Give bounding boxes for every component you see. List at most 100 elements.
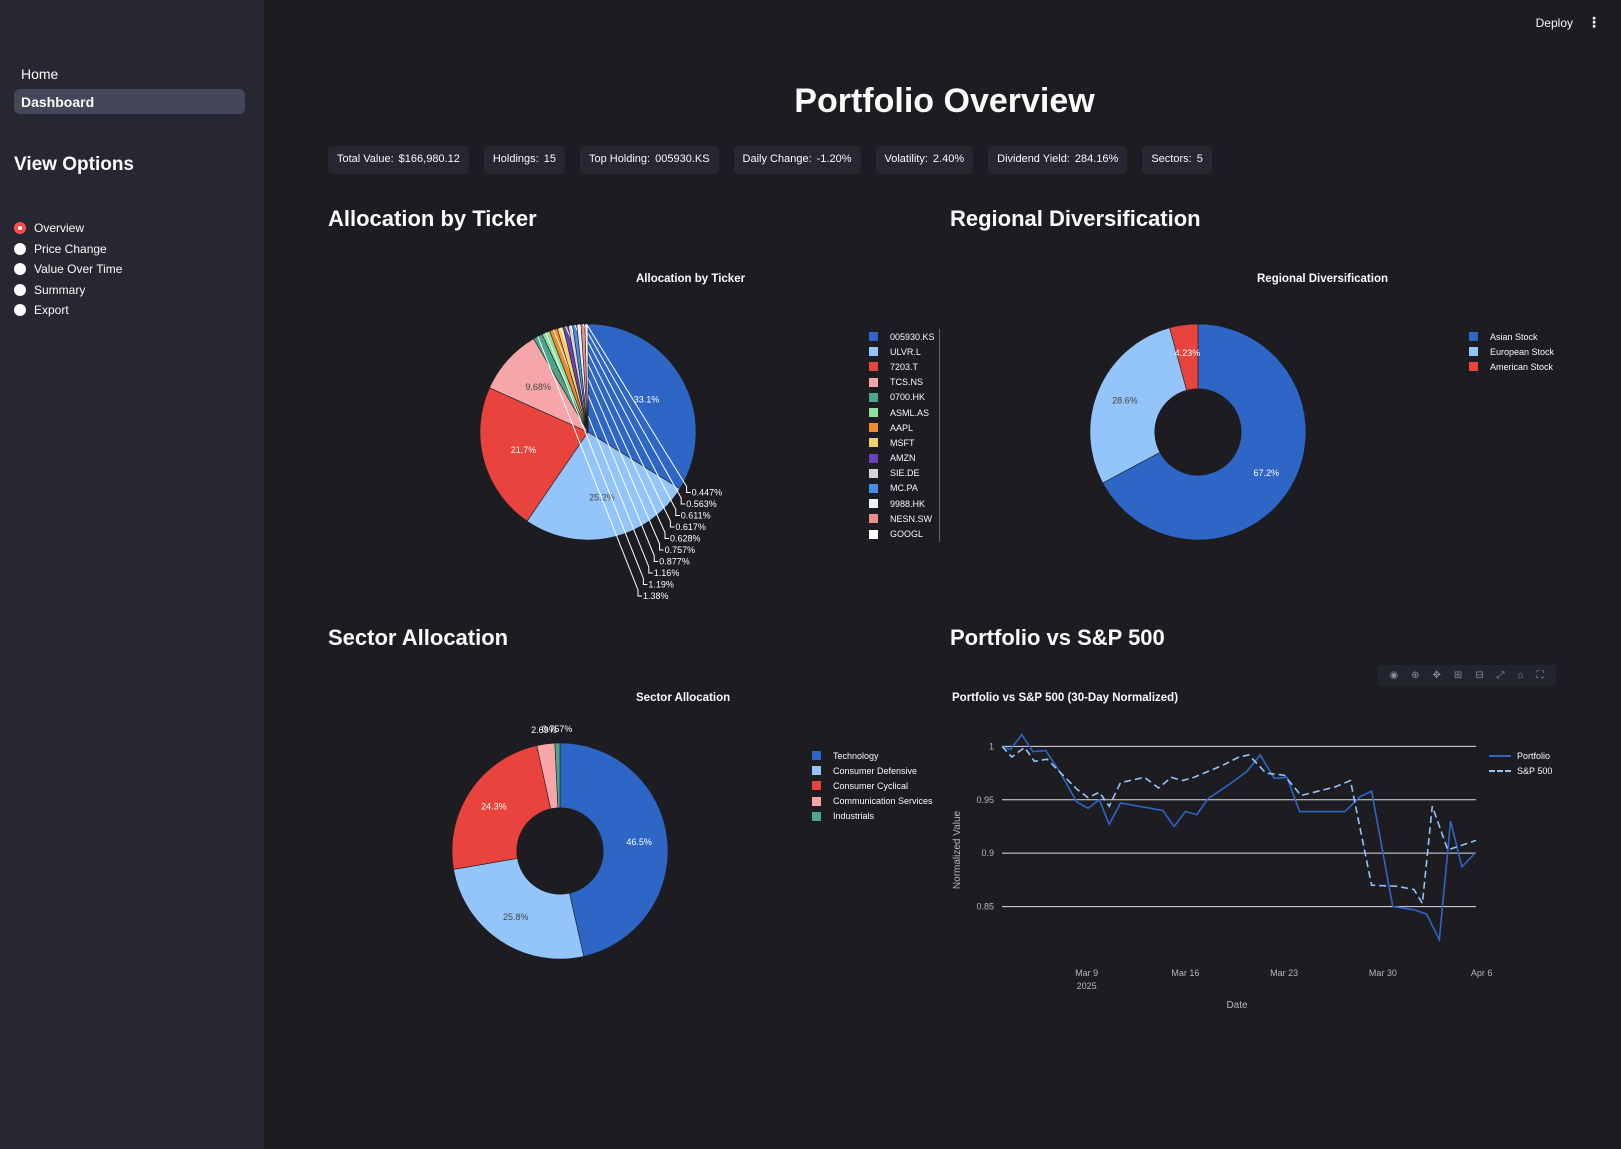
legend-label: NESN.SW <box>890 513 933 524</box>
legend-item[interactable]: 7203.T <box>869 359 935 374</box>
legend-item[interactable]: Industrials <box>812 809 933 824</box>
legend-item[interactable]: AMZN <box>869 451 935 466</box>
legend-label: Portfolio <box>1517 750 1551 761</box>
legend-label: GOOGL <box>890 529 924 540</box>
legend-item[interactable]: Technology <box>812 748 933 763</box>
legend-label: 9988.HK <box>890 498 926 509</box>
legend-item[interactable]: Portfolio <box>1489 748 1552 763</box>
legend-swatch <box>869 514 878 524</box>
x-tick-label: Mar 30 <box>1369 968 1397 978</box>
legend-item[interactable]: European Stock <box>1469 344 1554 359</box>
legend-item[interactable]: MC.PA <box>869 481 935 496</box>
zoom-out-icon[interactable]: ⊟ <box>1475 670 1483 681</box>
legend-item[interactable]: Asian Stock <box>1469 329 1554 344</box>
legend-swatch <box>869 529 878 539</box>
reset-axes-icon[interactable]: ⌂ <box>1517 670 1523 681</box>
y-tick-label: 0.9 <box>981 848 994 858</box>
series-line-portfolio[interactable] <box>1001 733 1477 943</box>
legend-swatch <box>1489 769 1511 772</box>
legend-swatch <box>869 468 878 478</box>
line-legend[interactable]: Portfolio S&P 500 <box>1489 748 1552 778</box>
legend-swatch <box>812 781 821 791</box>
legend-item[interactable]: GOOGL <box>869 526 935 541</box>
legend-swatch <box>812 766 821 776</box>
x-tick-label: Mar 23 <box>1270 968 1298 978</box>
legend-swatch <box>812 751 821 761</box>
legend-swatch <box>812 811 821 821</box>
legend-label: AAPL <box>890 422 914 433</box>
legend-label: AMZN <box>890 453 916 464</box>
legend-label: ASML.AS <box>890 407 930 418</box>
y-tick-label: 0.85 <box>976 902 994 912</box>
pan-icon[interactable]: ✥ <box>1433 670 1441 681</box>
zoom-icon[interactable]: ⊕ <box>1411 670 1419 681</box>
legend-item[interactable]: TCS.NS <box>869 375 935 390</box>
legend-item[interactable]: 9988.HK <box>869 496 935 511</box>
autoscale-icon[interactable]: ⤢ <box>1497 670 1505 681</box>
legend-label: Technology <box>833 750 879 761</box>
legend-label: Consumer Cyclical <box>833 780 909 791</box>
legend-label: European Stock <box>1490 346 1555 357</box>
y-tick-label: 1 <box>989 741 994 751</box>
legend-label: 005930.KS <box>890 331 935 342</box>
x-tick-sublabel: 2025 <box>1077 981 1097 991</box>
series-line-sp500[interactable] <box>1001 745 1477 906</box>
legend-item[interactable]: Communication Services <box>812 794 933 809</box>
legend-label: S&P 500 <box>1517 765 1553 776</box>
legend-label: ULVR.L <box>890 346 921 357</box>
y-tick-label: 0.95 <box>976 795 994 805</box>
legend-label: MSFT <box>890 437 915 448</box>
x-tick-label: Mar 16 <box>1171 968 1199 978</box>
region-legend[interactable]: Asian Stock European Stock American Stock <box>1469 329 1554 375</box>
camera-icon[interactable]: ◉ <box>1389 670 1398 681</box>
legend-swatch <box>869 408 878 418</box>
ticker-legend[interactable]: 005930.KS ULVR.L 7203.T TCS.NS 0700.HK ASML.A… <box>869 329 940 542</box>
legend-item[interactable]: Consumer Cyclical <box>812 778 933 793</box>
legend-label: Industrials <box>833 811 875 822</box>
legend-swatch <box>1489 754 1511 757</box>
legend-swatch <box>869 377 878 387</box>
legend-swatch <box>812 796 821 806</box>
legend-item[interactable]: Consumer Defensive <box>812 763 933 778</box>
legend-swatch <box>869 483 878 493</box>
x-tick-label: Mar 9 <box>1075 968 1098 978</box>
legend-swatch <box>1469 362 1478 372</box>
legend-item[interactable]: 0700.HK <box>869 390 935 405</box>
legend-item[interactable]: 005930.KS <box>869 329 935 344</box>
legend-label: SIE.DE <box>890 468 920 479</box>
legend-swatch <box>869 362 878 372</box>
legend-label: Communication Services <box>833 796 933 807</box>
legend-label: 0700.HK <box>890 392 926 403</box>
legend-item[interactable]: NESN.SW <box>869 511 935 526</box>
y-axis-title: Normalized Value <box>952 810 963 889</box>
legend-item[interactable]: ASML.AS <box>869 405 935 420</box>
legend-label: MC.PA <box>890 483 918 494</box>
legend-label: Asian Stock <box>1490 331 1538 342</box>
legend-item[interactable]: American Stock <box>1469 359 1554 374</box>
legend-item[interactable]: SIE.DE <box>869 466 935 481</box>
sector-legend[interactable]: Technology Consumer Defensive Consumer Cyc… <box>812 748 933 824</box>
fullscreen-icon[interactable]: ⛶ <box>1536 670 1543 681</box>
x-tick-label: Apr 6 <box>1471 968 1493 978</box>
legend-label: American Stock <box>1490 361 1554 372</box>
zoom-in-icon[interactable]: ⊞ <box>1454 670 1462 681</box>
comparison-line-chart[interactable]: 0.85 0.9 0.95 1 Mar 9 2025 Mar 16 Mar 23 Mar 30 A… <box>0 0 1621 1149</box>
legend-item[interactable]: MSFT <box>869 435 935 450</box>
legend-swatch <box>869 332 878 342</box>
legend-swatch <box>1469 347 1478 357</box>
legend-item[interactable]: ULVR.L <box>869 344 935 359</box>
legend-item[interactable]: AAPL <box>869 420 935 435</box>
legend-label: Consumer Defensive <box>833 765 918 776</box>
legend-swatch <box>869 347 878 357</box>
legend-label: 7203.T <box>890 361 919 372</box>
legend-swatch <box>869 392 878 402</box>
legend-label: TCS.NS <box>890 377 924 388</box>
legend-swatch <box>869 499 878 509</box>
legend-swatch <box>869 423 878 433</box>
legend-swatch <box>1469 332 1478 342</box>
chart-modebar: ◉ ⊕ ✥ ⊞ ⊟ ⤢ ⌂ ⛶ <box>1377 665 1556 686</box>
legend-swatch <box>869 438 878 448</box>
x-axis-title: Date <box>1226 1000 1248 1011</box>
legend-swatch <box>869 453 878 463</box>
legend-item[interactable]: S&P 500 <box>1489 763 1552 778</box>
